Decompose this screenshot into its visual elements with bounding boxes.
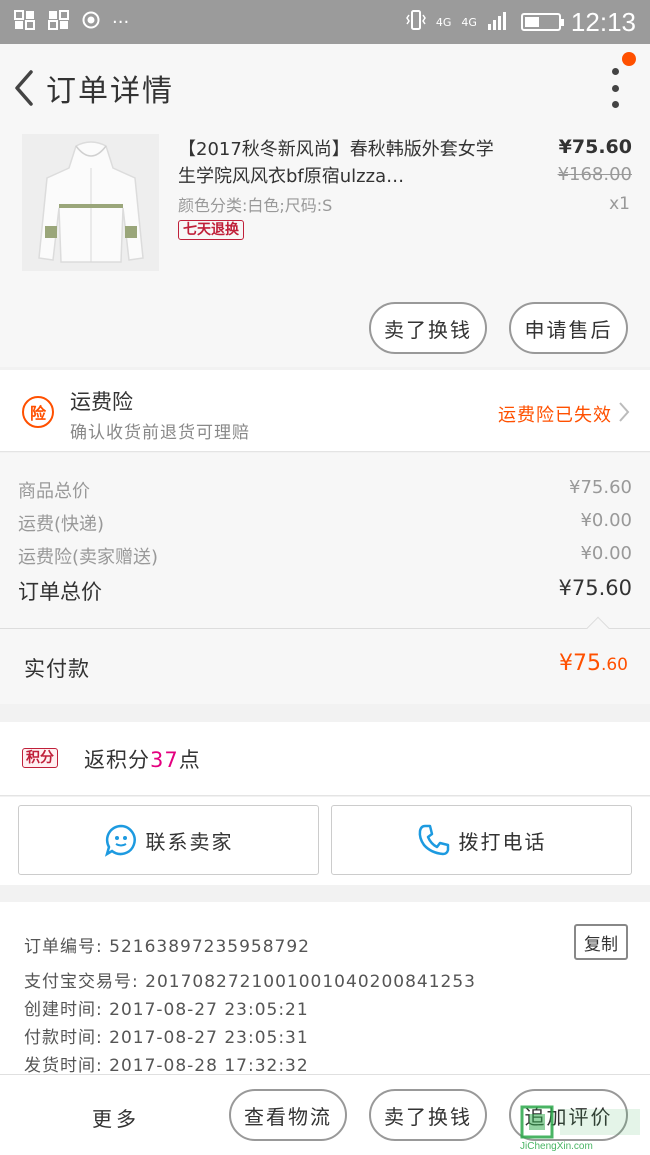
amount-integer: 75 [572, 651, 601, 676]
after-sale-button[interactable]: 申请售后 [509, 302, 628, 354]
product-card[interactable]: 【2017秋冬新风尚】春秋韩版外套女学生学院风风衣bf原宿ulzza… 颜色分类… [0, 132, 650, 367]
breakdown-label: 运费(快递) [18, 514, 105, 535]
watermark-text: JiChengXin.com [520, 1141, 593, 1152]
more-button[interactable] [608, 68, 622, 108]
currency-symbol: ¥ [558, 651, 573, 676]
points-suffix: 点 [178, 748, 201, 772]
call-phone-label: 拨打电话 [458, 829, 547, 854]
price-breakdown: 商品总价 ¥75.60 运费(快递) ¥0.00 运费险(卖家赠送) ¥0.00… [0, 453, 650, 628]
nav-bar: 订单详情 [0, 44, 650, 132]
product-original-price: ¥168.00 [557, 164, 632, 185]
contact-section: 联系卖家 拨打电话 [0, 797, 650, 885]
order-total-value: ¥75.60 [558, 576, 632, 600]
jacket-illustration [37, 140, 144, 263]
network-type-1: 4G [435, 15, 452, 29]
insurance-title: 运费险 [70, 390, 133, 414]
breakdown-value: ¥75.60 [569, 477, 632, 498]
breakdown-label: 商品总价 [18, 481, 90, 502]
contact-seller-button[interactable]: 联系卖家 [18, 805, 319, 875]
breakdown-value: ¥0.00 [580, 510, 632, 531]
back-button[interactable] [4, 44, 44, 132]
chevron-left-icon [15, 70, 33, 106]
alipay-trade-number: 支付宝交易号: 2017082721001001040200841253 [24, 972, 476, 992]
chevron-right-icon [619, 402, 630, 422]
more-actions-button[interactable]: 更多 [92, 1103, 140, 1132]
app-grid-icon-2 [48, 9, 70, 35]
created-time: 创建时间: 2017-08-27 23:05:21 [24, 1000, 309, 1020]
status-left-icons: ··· [14, 9, 130, 35]
actual-payment: 实付款 ¥75.60 [0, 616, 650, 704]
status-time: 12:13 [570, 6, 636, 37]
vibrate-icon [405, 9, 426, 35]
watermark: JiChengXin.com [516, 1103, 646, 1153]
copy-button[interactable]: 复制 [574, 924, 628, 960]
insurance-subtitle: 确认收货前退货可理赔 [70, 423, 250, 443]
resell-button[interactable]: 卖了换钱 [369, 302, 487, 354]
call-phone-button[interactable]: 拨打电话 [331, 805, 632, 875]
notification-dot [622, 52, 636, 66]
insurance-icon: 险 [22, 396, 54, 428]
product-title[interactable]: 【2017秋冬新风尚】春秋韩版外套女学生学院风风衣bf原宿ulzza… [178, 136, 498, 190]
order-info: 订单编号: 52163897235958792 复制 支付宝交易号: 20170… [0, 902, 650, 1076]
order-number: 订单编号: 52163897235958792 [24, 937, 311, 957]
record-icon [82, 11, 100, 34]
points-text: 返积分37点 [84, 744, 201, 774]
contact-seller-label: 联系卖家 [145, 829, 234, 854]
resell-button-bottom[interactable]: 卖了换钱 [369, 1089, 487, 1141]
points-rebate: 积分 返积分37点 [0, 722, 650, 796]
paid-time: 付款时间: 2017-08-27 23:05:31 [24, 1028, 309, 1048]
product-sku: 颜色分类:白色;尺码:S [178, 196, 333, 215]
phone-icon [418, 824, 449, 856]
breakdown-value: ¥0.00 [580, 543, 632, 564]
points-amount: 37 [150, 748, 179, 772]
amount-decimal: .60 [600, 655, 628, 675]
breakdown-label: 运费险(卖家赠送) [18, 547, 159, 568]
shipping-insurance[interactable]: 险 运费险 确认收货前退货可理赔 运费险已失效 [0, 370, 650, 452]
return-policy-badge: 七天退换 [178, 220, 244, 240]
status-bar: ··· 4G 4G 12:13 [0, 0, 650, 44]
signal-icon [487, 9, 511, 35]
page-title: 订单详情 [46, 74, 174, 109]
status-right-icons: 4G 4G 12:13 [405, 6, 636, 38]
points-badge: 积分 [22, 748, 58, 768]
actual-payment-label: 实付款 [24, 657, 90, 681]
breakdown-row: 商品总价 ¥75.60 [18, 477, 632, 503]
battery-icon [520, 13, 564, 31]
product-image[interactable] [22, 134, 159, 271]
breakdown-row: 运费(快递) ¥0.00 [18, 510, 632, 536]
points-prefix: 返积分 [84, 748, 150, 772]
product-price: ¥75.60 [558, 136, 632, 158]
more-vertical-icon [611, 68, 619, 75]
breakdown-row: 运费险(卖家赠送) ¥0.00 [18, 543, 632, 569]
order-total-row: 订单总价 ¥75.60 [18, 576, 632, 606]
chat-bubble-icon [104, 824, 136, 857]
overflow-icon: ··· [112, 11, 130, 33]
network-type-2: 4G [461, 15, 477, 29]
product-quantity: x1 [609, 194, 630, 214]
view-logistics-button[interactable]: 查看物流 [229, 1089, 347, 1141]
order-total-label: 订单总价 [18, 580, 102, 604]
bottom-action-bar: 更多 查看物流 卖了换钱 追加评价 JiChengXin.com [0, 1074, 650, 1155]
app-grid-icon [14, 9, 36, 35]
insurance-status: 运费险已失效 [498, 405, 612, 426]
actual-payment-value: ¥75.60 [559, 651, 628, 676]
shipped-time: 发货时间: 2017-08-28 17:32:32 [24, 1056, 309, 1076]
